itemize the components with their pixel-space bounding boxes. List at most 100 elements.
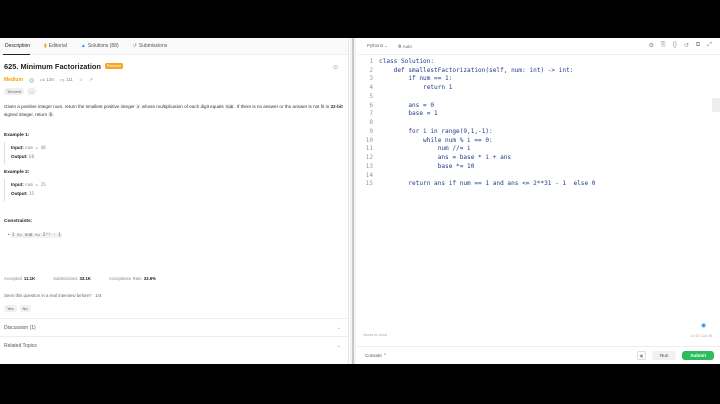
- thumbs-down-icon: 👎︎: [59, 77, 65, 82]
- copy-icon[interactable]: ⧉: [696, 42, 700, 49]
- interview-question: Seen this question in a real interview b…: [4, 293, 102, 298]
- code-line[interactable]: 2 def smallestFactorization(self, num: i…: [357, 66, 697, 75]
- tab-label: Submissions: [138, 43, 168, 49]
- problem-title: 625. Minimum Factorization: [4, 61, 101, 71]
- code-line[interactable]: 9 for i in range(9,1,-1):: [357, 127, 697, 136]
- chevron-down-icon: ⌄: [336, 324, 341, 331]
- chevron-down-icon: ⌄: [336, 342, 341, 349]
- save-status: Saved to cloud: [363, 333, 387, 337]
- line-number: 13: [365, 162, 373, 170]
- code-text: base *= 10: [379, 162, 475, 170]
- dislike-button[interactable]: 👎︎ 111: [60, 77, 73, 83]
- solved-check-icon: ◎: [28, 77, 35, 84]
- code-line[interactable]: 10 while num % i == 0:: [357, 136, 697, 145]
- submit-button[interactable]: Submit: [682, 351, 714, 360]
- code-line[interactable]: 13 base *= 10: [357, 162, 697, 171]
- share-icon[interactable]: ↗: [89, 77, 93, 83]
- code-area[interactable]: 1 class Solution: 2 def smallestFactorizat…: [357, 57, 697, 188]
- code-line[interactable]: 6 ans = 0: [357, 101, 697, 110]
- code-line[interactable]: 14: [357, 171, 697, 180]
- difficulty-badge: Medium: [4, 77, 23, 83]
- tab-submissions[interactable]: ↺ Submissions: [133, 38, 168, 55]
- code-text: ans = base * i + ans: [379, 154, 512, 162]
- fullscreen-icon[interactable]: ⤢: [707, 42, 712, 49]
- thumbs-up-icon: 👍︎: [40, 77, 45, 82]
- help-icon[interactable]: ◉: [699, 321, 708, 330]
- code-text: return ans if num == 1 and ans <= 2**31 …: [379, 180, 596, 188]
- line-number: 7: [369, 110, 373, 118]
- like-button[interactable]: 👍︎ 125: [40, 77, 54, 83]
- flask-icon: ▲: [80, 43, 86, 49]
- code-text: if num == 1:: [379, 75, 453, 83]
- tab-label: Solutions (88): [87, 43, 119, 49]
- line-number: 15: [365, 180, 373, 188]
- code-line[interactable]: 15 return ans if num == 1 and ans <= 2**…: [357, 180, 697, 189]
- line-number: 5: [369, 92, 373, 100]
- line-number: 1: [369, 57, 373, 65]
- constraint-item: • 1 <= num <= 2³¹ - 1: [8, 232, 62, 238]
- problem-panel: Description ▮ Editorial ▲ Solutions (88)…: [0, 38, 349, 364]
- example-heading: Example 1:: [4, 133, 30, 138]
- code-text: while num % i == 0:: [379, 136, 493, 144]
- example-box: Input: num = 48 Output: 68: [4, 142, 344, 164]
- stats-row: Accepted 11.1K Submissions 33.1K Acceptanc…: [4, 276, 156, 281]
- line-number: 11: [365, 145, 373, 153]
- tab-bar: Description ▮ Editorial ▲ Solutions (88)…: [0, 38, 348, 55]
- panel-splitter[interactable]: [350, 38, 356, 364]
- code-text: def smallestFactorization(self, num: int…: [379, 66, 574, 74]
- language-select[interactable]: Python3 ⌄: [367, 43, 388, 49]
- leetcode-screen: Description ▮ Editorial ▲ Solutions (88)…: [0, 38, 720, 364]
- constraints-heading: Constraints:: [4, 219, 33, 224]
- upload-icon[interactable]: ▣: [636, 351, 646, 360]
- star-icon[interactable]: ☆: [79, 77, 83, 83]
- code-text: return 1: [379, 84, 453, 92]
- no-button[interactable]: No: [19, 305, 31, 312]
- book-icon: ▮: [44, 43, 47, 49]
- line-number: 8: [369, 119, 373, 127]
- problem-meta: Medium ◎ 👍︎ 125 👎︎ 111 ☆ ↗: [4, 76, 344, 84]
- problem-description: Given a positive integer num, return the…: [4, 104, 343, 117]
- code-text: class Solution:: [379, 57, 435, 65]
- line-number: 2: [369, 66, 373, 74]
- code-line[interactable]: 1 class Solution:: [357, 57, 697, 66]
- code-line[interactable]: 11 num //= i: [357, 145, 697, 154]
- tab-description[interactable]: Description: [3, 38, 31, 55]
- code-line[interactable]: 4 return 1: [357, 83, 697, 92]
- interview-answers: Yes No: [4, 305, 31, 312]
- tab-editorial[interactable]: ▮ Editorial: [44, 38, 67, 55]
- settings-icon[interactable]: ⚙: [649, 42, 654, 49]
- code-line[interactable]: 5: [357, 92, 697, 101]
- related-topics-accordion[interactable]: Related Topics ⌄: [0, 336, 349, 354]
- line-number: 4: [369, 84, 373, 92]
- yes-button[interactable]: Yes: [4, 305, 17, 312]
- code-line[interactable]: 8: [357, 118, 697, 127]
- company-tag[interactable]: Tencent: [4, 88, 25, 95]
- history-icon: ↺: [132, 43, 137, 49]
- code-editor-panel: Python3 ⌄ ꔮ Auto ⚙ ⎘ {} ↺ ⧉ ⤢ 1 class Sol…: [357, 38, 720, 364]
- example-heading: Example 2:: [4, 170, 30, 175]
- scrollbar[interactable]: [712, 98, 720, 112]
- reset-icon[interactable]: ↺: [684, 42, 689, 49]
- cursor-position: Ln 15, Col 46: [690, 334, 712, 338]
- more-tags[interactable]: ...: [27, 88, 37, 95]
- auto-toggle[interactable]: ꔮ Auto: [398, 44, 412, 49]
- tab-solutions[interactable]: ▲ Solutions (88): [81, 38, 119, 55]
- code-text: ans = 0: [379, 101, 435, 109]
- console-toggle[interactable]: Console ⌃: [365, 353, 387, 359]
- code-line[interactable]: 12 ans = base * i + ans: [357, 153, 697, 162]
- run-button[interactable]: Run: [651, 351, 677, 360]
- line-number: 10: [365, 136, 373, 144]
- code-text: for i in range(9,1,-1):: [379, 127, 493, 135]
- code-line[interactable]: 3 if num == 1:: [357, 75, 697, 84]
- lock-icon: ꔮ: [398, 43, 402, 49]
- line-number: 3: [369, 75, 373, 83]
- braces-icon[interactable]: {}: [673, 42, 677, 49]
- code-line[interactable]: 7 base = 1: [357, 110, 697, 119]
- fullscreen-icon[interactable]: ⊙: [333, 64, 338, 71]
- example-box: Input: num = 15 Output: 35: [4, 179, 344, 201]
- tab-label: Description: [5, 42, 31, 49]
- bookmark-icon[interactable]: ⎘: [661, 42, 666, 49]
- line-number: 14: [365, 171, 373, 179]
- premium-badge: Premium: [104, 63, 123, 69]
- discussion-accordion[interactable]: Discussion (1) ⌄: [0, 318, 349, 336]
